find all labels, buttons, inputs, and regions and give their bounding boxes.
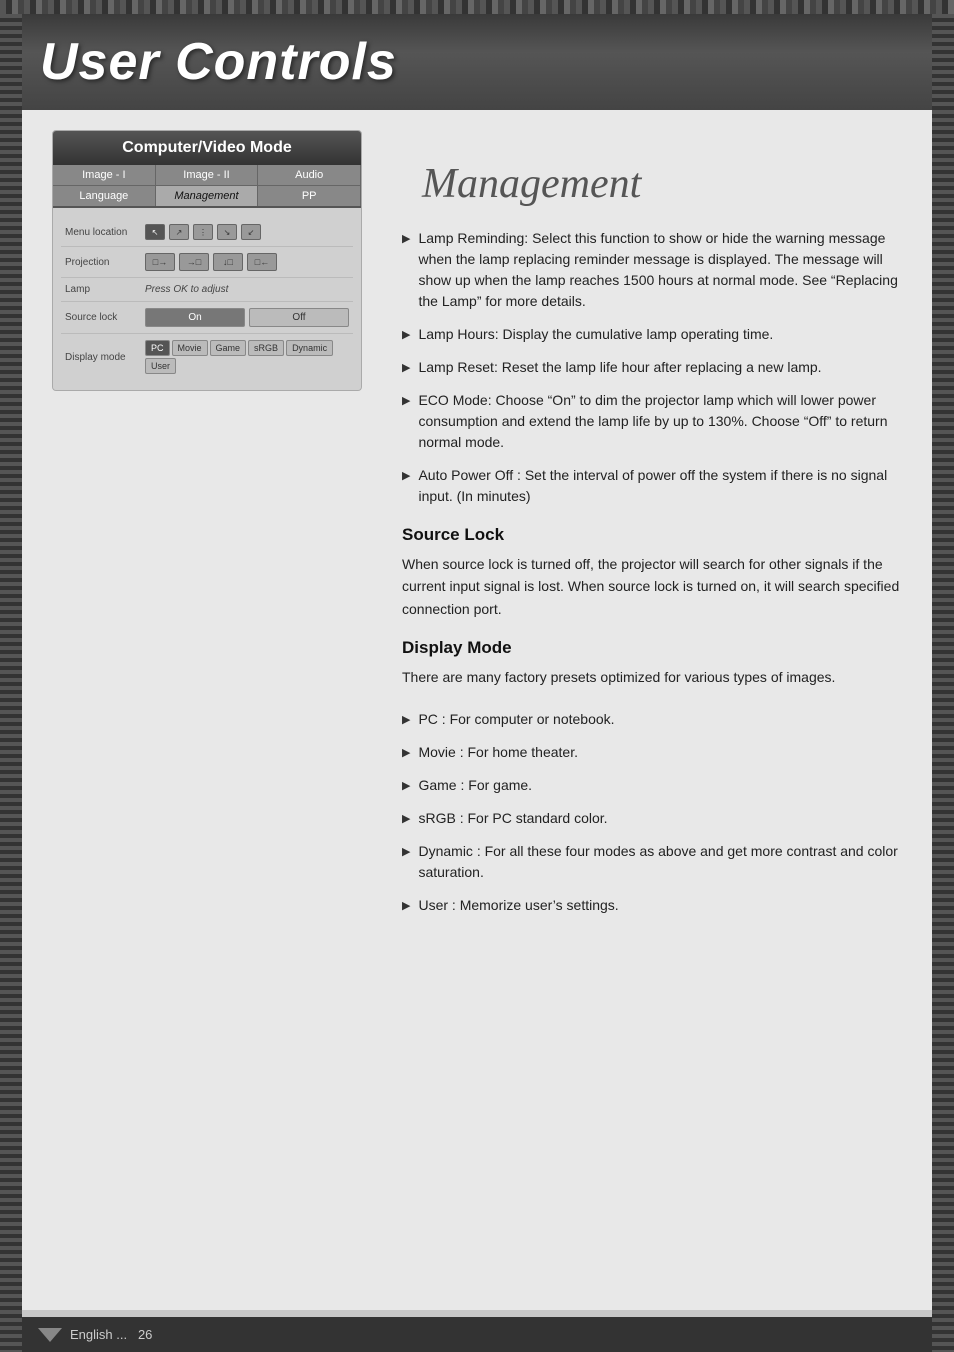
display-mode-dynamic[interactable]: Dynamic [286,340,333,356]
menu-row-display-mode: Display mode PC Movie Game sRGB Dynamic … [61,334,353,380]
bullet-auto-power-off-text: Auto Power Off : Set the interval of pow… [418,465,902,507]
nav-arrow-down[interactable] [38,1328,62,1342]
menu-loc-btn-3[interactable]: ⋮ [193,224,213,240]
menu-content: Menu location ↖ ↗ ⋮ ↘ ↙ Projection □→ →□ [53,208,361,390]
bullet-lamp-reminding: ▶ Lamp Reminding: Select this function t… [402,228,902,312]
bullet-lamp-hours-text: Lamp Hours: Display the cumulative lamp … [418,324,773,345]
bullet-movie: ▶ Movie : For home theater. [402,742,902,763]
display-mode-user[interactable]: User [145,358,176,374]
bullet-lamp-reset: ▶ Lamp Reset: Reset the lamp life hour a… [402,357,902,378]
bullet-arrow-dm-1: ▶ [402,712,410,729]
bullet-arrow-4: ▶ [402,393,410,410]
display-mode-text: There are many factory presets optimized… [402,666,902,688]
lamp-text: Press OK to adjust [145,284,228,295]
footer-language: English ... 26 [70,1327,152,1342]
bullet-arrow-dm-5: ▶ [402,844,410,861]
projection-label: Projection [65,257,145,268]
display-mode-srgb[interactable]: sRGB [248,340,284,356]
right-sidebar-decoration [932,14,954,1352]
bullet-arrow-5: ▶ [402,468,410,485]
proj-btn-2[interactable]: →□ [179,253,209,271]
proj-btn-3[interactable]: ↓□ [213,253,243,271]
bullet-arrow-dm-4: ▶ [402,811,410,828]
bullet-srgb: ▶ sRGB : For PC standard color. [402,808,902,829]
tab-audio[interactable]: Audio [258,165,361,185]
bullet-arrow-dm-6: ▶ [402,898,410,915]
source-lock-off-button[interactable]: Off [249,308,349,327]
cv-mode-title: Computer/Video Mode [53,131,361,165]
bullet-eco-mode: ▶ ECO Mode: Choose “On” to dim the proje… [402,390,902,453]
main-content: Computer/Video Mode Image - I Image - II… [22,110,932,1310]
menu-loc-btn-5[interactable]: ↙ [241,224,261,240]
bullet-arrow-dm-2: ▶ [402,745,410,762]
tab-image-ii[interactable]: Image - II [156,165,259,185]
bullet-lamp-reset-text: Lamp Reset: Reset the lamp life hour aft… [418,357,821,378]
menu-row-source-lock: Source lock On Off [61,302,353,334]
cv-mode-box: Computer/Video Mode Image - I Image - II… [52,130,362,391]
footer-page-number: 26 [138,1327,152,1342]
tabs-row-1: Image - I Image - II Audio [53,165,361,186]
lamp-bullet-list: ▶ Lamp Reminding: Select this function t… [402,228,902,507]
source-lock-text: When source lock is turned off, the proj… [402,553,902,620]
bullet-arrow-2: ▶ [402,327,410,344]
display-mode-heading: Display Mode [402,638,902,658]
menu-location-label: Menu location [65,227,145,238]
display-mode-buttons: PC Movie Game sRGB Dynamic User [145,340,349,374]
menu-location-controls: ↖ ↗ ⋮ ↘ ↙ [145,224,261,240]
tabs-row-2: Language Management PP [53,186,361,208]
tab-image-i[interactable]: Image - I [53,165,156,185]
bullet-pc-text: PC : For computer or notebook. [418,709,614,730]
menu-row-location: Menu location ↖ ↗ ⋮ ↘ ↙ [61,218,353,247]
display-mode-bullet-list: ▶ PC : For computer or notebook. ▶ Movie… [402,709,902,916]
menu-loc-btn-4[interactable]: ↘ [217,224,237,240]
menu-row-lamp: Lamp Press OK to adjust [61,278,353,302]
display-mode-movie[interactable]: Movie [172,340,208,356]
tab-management[interactable]: Management [156,186,259,206]
footer-language-text: English ... [70,1327,127,1342]
left-sidebar-decoration [0,14,22,1352]
source-lock-heading: Source Lock [402,525,902,545]
bullet-dynamic: ▶ Dynamic : For all these four modes as … [402,841,902,883]
menu-loc-btn-2[interactable]: ↗ [169,224,189,240]
tab-pp[interactable]: PP [258,186,361,206]
display-mode-pc[interactable]: PC [145,340,170,356]
bullet-arrow-1: ▶ [402,231,410,248]
bullet-eco-mode-text: ECO Mode: Choose “On” to dim the project… [418,390,902,453]
display-mode-label: Display mode [65,352,145,363]
bullet-pc: ▶ PC : For computer or notebook. [402,709,902,730]
menu-loc-btn-1[interactable]: ↖ [145,224,165,240]
bullet-lamp-reminding-text: Lamp Reminding: Select this function to … [418,228,902,312]
projection-controls: □→ →□ ↓□ □← [145,253,277,271]
bullet-movie-text: Movie : For home theater. [418,742,578,763]
proj-btn-1[interactable]: □→ [145,253,175,271]
source-lock-controls: On Off [145,308,349,327]
page-title: User Controls [40,32,924,92]
bullet-user: ▶ User : Memorize user’s settings. [402,895,902,916]
menu-row-projection: Projection □→ →□ ↓□ □← [61,247,353,278]
bullet-lamp-hours: ▶ Lamp Hours: Display the cumulative lam… [402,324,902,345]
bullet-game-text: Game : For game. [418,775,532,796]
bullet-game: ▶ Game : For game. [402,775,902,796]
source-lock-on-button[interactable]: On [145,308,245,327]
right-panel: Management ▶ Lamp Reminding: Select this… [382,130,902,1250]
source-lock-label: Source lock [65,312,145,323]
top-decorative-bar [0,0,954,14]
bullet-arrow-3: ▶ [402,360,410,377]
bullet-arrow-dm-3: ▶ [402,778,410,795]
management-heading: Management [422,160,902,208]
tab-language[interactable]: Language [53,186,156,206]
header: User Controls [0,14,954,110]
bullet-srgb-text: sRGB : For PC standard color. [418,808,607,829]
display-mode-game[interactable]: Game [210,340,247,356]
proj-btn-4[interactable]: □← [247,253,277,271]
bullet-user-text: User : Memorize user’s settings. [418,895,618,916]
left-panel: Computer/Video Mode Image - I Image - II… [52,130,362,1250]
bullet-dynamic-text: Dynamic : For all these four modes as ab… [418,841,902,883]
bullet-auto-power-off: ▶ Auto Power Off : Set the interval of p… [402,465,902,507]
footer-bar: English ... 26 [22,1317,932,1352]
lamp-label: Lamp [65,284,145,295]
